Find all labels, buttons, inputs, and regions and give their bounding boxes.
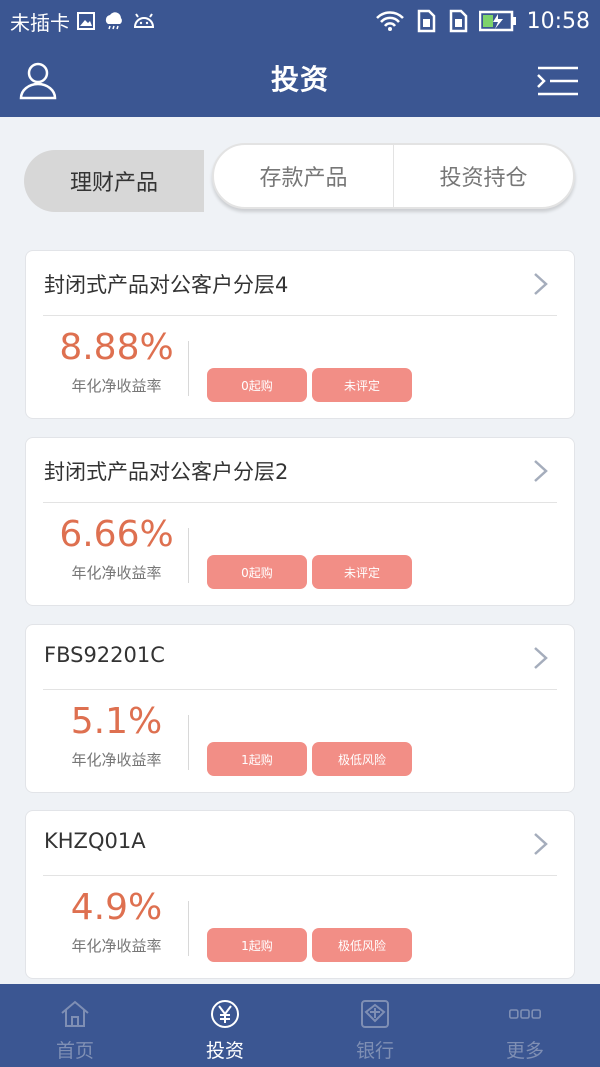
menu-icon[interactable] (536, 64, 580, 98)
product-name: KHZQ01A (44, 829, 146, 853)
chevron-right-icon (534, 460, 548, 482)
min-purchase-tag: 1起购 (207, 742, 307, 776)
status-left: 未插卡 (10, 7, 156, 36)
tab-deposit-products[interactable]: 存款产品 (214, 145, 393, 207)
bottom-nav: 首页 投资 银行 更多 (0, 984, 600, 1067)
product-card[interactable]: 封闭式产品对公客户分层2 6.66% 年化净收益率 0起购 未评定 (25, 437, 575, 606)
android-icon (133, 13, 155, 28)
risk-level-tag: 未评定 (312, 368, 412, 402)
battery-charging-icon (478, 10, 516, 32)
nav-more[interactable]: 更多 (450, 984, 600, 1067)
divider (43, 689, 557, 690)
yield-rate-label: 年化净收益率 (71, 564, 162, 582)
yield-rate: 8.88% (59, 327, 174, 368)
product-name: 封闭式产品对公客户分层4 (44, 273, 289, 297)
product-card[interactable]: 封闭式产品对公客户分层4 8.88% 年化净收益率 0起购 未评定 (25, 250, 575, 419)
vertical-divider (188, 715, 189, 770)
app-header: 投资 (0, 42, 600, 117)
yield-rate-label: 年化净收益率 (71, 937, 162, 955)
product-name: 封闭式产品对公客户分层2 (44, 460, 289, 484)
page-title: 投资 (270, 63, 329, 96)
more-icon (509, 1009, 541, 1019)
product-name: FBS92201C (44, 643, 165, 667)
chevron-right-icon (534, 647, 548, 669)
nav-bank[interactable]: 银行 (300, 984, 450, 1067)
image-icon (77, 12, 95, 30)
tab-holdings[interactable]: 投资持仓 (393, 145, 573, 207)
min-purchase-tag: 0起购 (207, 368, 307, 402)
segment-group: 存款产品 投资持仓 (212, 143, 575, 209)
sim-icon (449, 9, 467, 33)
vertical-divider (188, 341, 189, 396)
vertical-divider (188, 901, 189, 956)
risk-level-tag: 未评定 (312, 555, 412, 589)
nav-more-label: 更多 (505, 1040, 544, 1062)
yield-rate-label: 年化净收益率 (71, 377, 162, 395)
status-bar: 未插卡 10:58 (0, 0, 600, 42)
chevron-right-icon (534, 833, 548, 855)
risk-level-tag: 极低风险 (312, 928, 412, 962)
vertical-divider (188, 528, 189, 583)
clock-text: 10:58 (526, 8, 590, 34)
status-right: 10:58 (375, 9, 590, 34)
carrier-text: 未插卡 (10, 10, 70, 35)
bank-icon (361, 1000, 389, 1028)
yield-rate: 6.66% (59, 514, 174, 555)
product-card[interactable]: KHZQ01A 4.9% 年化净收益率 1起购 极低风险 (25, 810, 575, 979)
tab-wealth-products[interactable]: 理财产品 (24, 150, 204, 212)
sim-icon (417, 9, 435, 33)
product-card[interactable]: FBS92201C 5.1% 年化净收益率 1起购 极低风险 (25, 624, 575, 793)
yield-rate: 4.9% (70, 887, 163, 928)
min-purchase-tag: 0起购 (207, 555, 307, 589)
yield-rate: 5.1% (70, 701, 163, 742)
nav-bank-label: 银行 (355, 1040, 394, 1062)
yen-icon (211, 1000, 239, 1028)
divider (43, 315, 557, 316)
nav-invest-label: 投资 (205, 1040, 244, 1062)
segmented-control: 理财产品 存款产品 投资持仓 (24, 143, 576, 213)
min-purchase-tag: 1起购 (207, 928, 307, 962)
chevron-right-icon (534, 273, 548, 295)
nav-home-label: 首页 (55, 1040, 94, 1062)
nav-home[interactable]: 首页 (0, 984, 150, 1067)
cloud-icon (105, 12, 122, 30)
divider (43, 502, 557, 503)
wifi-icon (375, 11, 404, 31)
home-icon (61, 1000, 89, 1027)
nav-invest[interactable]: 投资 (150, 984, 300, 1067)
divider (43, 875, 557, 876)
risk-level-tag: 极低风险 (312, 742, 412, 776)
yield-rate-label: 年化净收益率 (71, 751, 162, 769)
